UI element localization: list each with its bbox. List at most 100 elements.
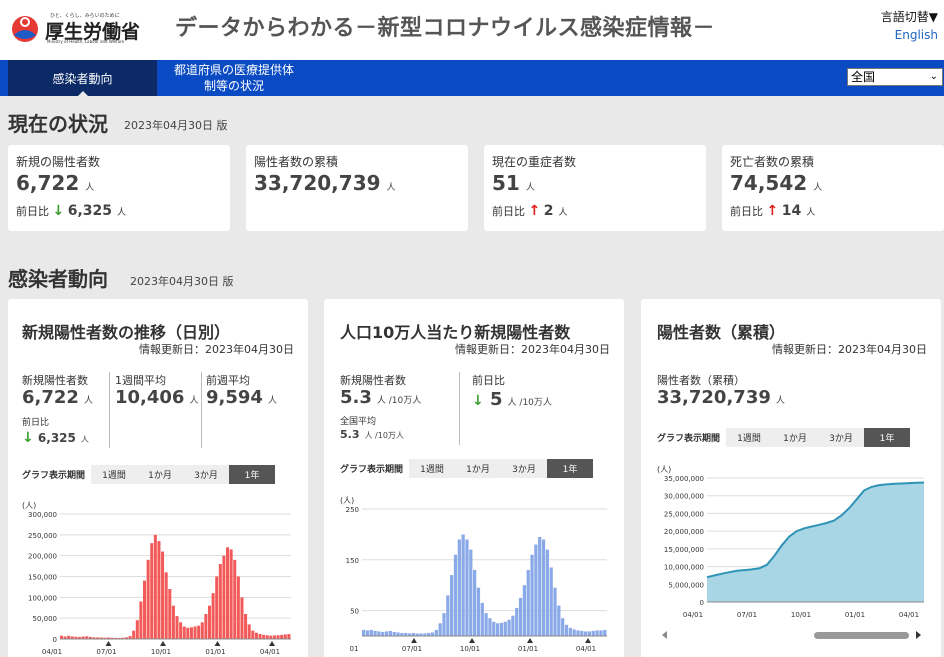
period-1week-button[interactable]: 1週間 (409, 459, 456, 478)
bar (511, 615, 515, 636)
bar (236, 576, 240, 639)
bar (538, 536, 542, 636)
period-1month-button[interactable]: 1か月 (137, 465, 184, 484)
x-tick-label: 07/01 (737, 611, 757, 619)
period-1year-button[interactable]: 1年 (229, 465, 276, 484)
y-unit-label: (人) (657, 465, 671, 474)
summary-label: 死亡者数の累積 (730, 155, 815, 169)
metric-diff: ↓ 6,325 人 (22, 430, 89, 446)
y-tick-label: 50,000 (33, 615, 58, 623)
x-tick-label: 07/01 (96, 648, 116, 656)
bar (430, 632, 435, 636)
x-tick-marker (469, 638, 475, 643)
tab-infection-trend[interactable]: 感染者動向 (8, 60, 157, 96)
bar (492, 621, 496, 636)
x-tick-label: 07/01 (402, 645, 422, 653)
chart-card-updated: 情報更新日：2023年04月30日 (139, 343, 294, 356)
bar (446, 595, 450, 636)
english-link[interactable]: English (881, 28, 938, 42)
language-switch-button[interactable]: 言語切替▼ (881, 8, 938, 25)
bar (495, 623, 500, 636)
bar (143, 580, 147, 639)
page-title: データからわかる－新型コロナウイルス感染症情報－ (175, 16, 716, 41)
y-tick-label: 250 (346, 506, 359, 514)
y-tick-label: 100,000 (28, 594, 57, 602)
bar (438, 623, 442, 636)
chart-card-title: 新規陽性者数の推移（日別） (22, 323, 231, 342)
bar (603, 629, 607, 636)
bar (480, 602, 484, 636)
period-1month-button[interactable]: 1か月 (455, 459, 502, 478)
bar (545, 549, 549, 636)
summary-value: 33,720,739 人 (254, 171, 396, 195)
summary-label: 現在の重症者数 (492, 155, 577, 169)
summary-card-deaths: 死亡者数の累積 74,542 人 前日比 ↑ 14 人 (722, 145, 944, 231)
tab-medical-system-line2: 制等の状況 (203, 79, 264, 93)
metric-value: ↓ 5人 /10万人 (472, 389, 552, 410)
bar (572, 629, 576, 636)
metric-label: 前日比 (472, 374, 505, 387)
language-switcher: 言語切替▼ English (881, 8, 938, 42)
metric-label: 1週間平均 (115, 374, 166, 387)
period-3month-button[interactable]: 3か月 (501, 459, 548, 478)
metric-value: 5.3 人 /10万人 (340, 387, 422, 408)
x-tick-marker (527, 638, 533, 643)
current-status-date: 2023年04月30日 版 (124, 119, 228, 132)
tab-medical-system-line1: 都道府県の医療提供体 (173, 63, 294, 77)
x-tick-marker (411, 638, 417, 643)
x-tick-label: 04/01 (42, 648, 62, 656)
bar (171, 605, 175, 639)
bar (146, 559, 150, 639)
metric-label: 新規陽性者数 (340, 374, 406, 387)
period-1year-button[interactable]: 1年 (547, 459, 594, 478)
bar (258, 634, 262, 639)
bar (476, 587, 481, 636)
cumulative-chart: (人)35,000,000 30,000,000 25,000,000 20,000,… (657, 465, 925, 639)
bar (197, 625, 201, 639)
period-1year-button[interactable]: 1年 (864, 428, 911, 447)
arrow-up-icon: ↑ (528, 203, 541, 219)
bar (182, 626, 186, 639)
summary-label: 新規の陽性者数 (16, 155, 101, 169)
bar (503, 621, 507, 636)
tab-medical-system[interactable]: 都道府県の医療提供体 制等の状況 (160, 60, 308, 96)
y-tick-label: 200,000 (28, 553, 57, 561)
arrow-down-icon: ↓ (472, 393, 484, 409)
period-1month-button[interactable]: 1か月 (772, 428, 819, 447)
period-selector: グラフ表示期間 1週間 1か月 3か月 1年 (340, 459, 594, 478)
trend-date: 2023年04月30日 版 (130, 275, 234, 288)
bar (518, 597, 523, 636)
area-fill (707, 482, 924, 602)
bar (276, 635, 280, 639)
bar (576, 630, 580, 636)
summary-card-severe: 現在の重症者数 51 人 前日比 ↑ 2人 (484, 145, 706, 231)
bar (150, 543, 154, 639)
y-tick-label: 25,000,000 (664, 510, 704, 518)
mhlw-logo[interactable]: ひと、くらし、みらいのために 厚生労働省 Ministry of Health,… (10, 10, 140, 48)
bar (515, 608, 519, 636)
bar (175, 616, 179, 639)
metric-value: 9,594 人 (206, 387, 277, 408)
current-status-title: 現在の状況 (8, 112, 108, 136)
logo-english: Ministry of Health, Labour and Welfare (47, 39, 125, 44)
divider (201, 372, 202, 448)
period-1week-button[interactable]: 1週間 (726, 428, 773, 447)
bar (280, 634, 284, 639)
summary-label: 陽性者数の累積 (254, 155, 339, 169)
y-tick-label: 30,000,000 (664, 493, 704, 501)
bar (226, 547, 230, 639)
period-1week-button[interactable]: 1週間 (91, 465, 138, 484)
chart-card-per-100k: 人口10万人当たり新規陽性者数 情報更新日：2023年04月30日 新規陽性者数… (324, 299, 624, 657)
chart-card-title: 陽性者数（累積） (657, 323, 786, 342)
x-tick-label: 10/01 (151, 648, 171, 656)
summary-diff: 前日比 ↑ 2人 (492, 203, 568, 219)
bar (442, 613, 446, 636)
arrow-down-icon: ↓ (52, 203, 65, 219)
period-3month-button[interactable]: 3か月 (818, 428, 865, 447)
y-tick-label: 300,000 (28, 511, 57, 519)
metric-value: 10,406 人 (115, 387, 199, 408)
period-3month-button[interactable]: 3か月 (183, 465, 230, 484)
prefecture-select[interactable]: 全国 ⌄ (847, 68, 943, 86)
bar (561, 618, 565, 636)
bar (434, 629, 438, 636)
